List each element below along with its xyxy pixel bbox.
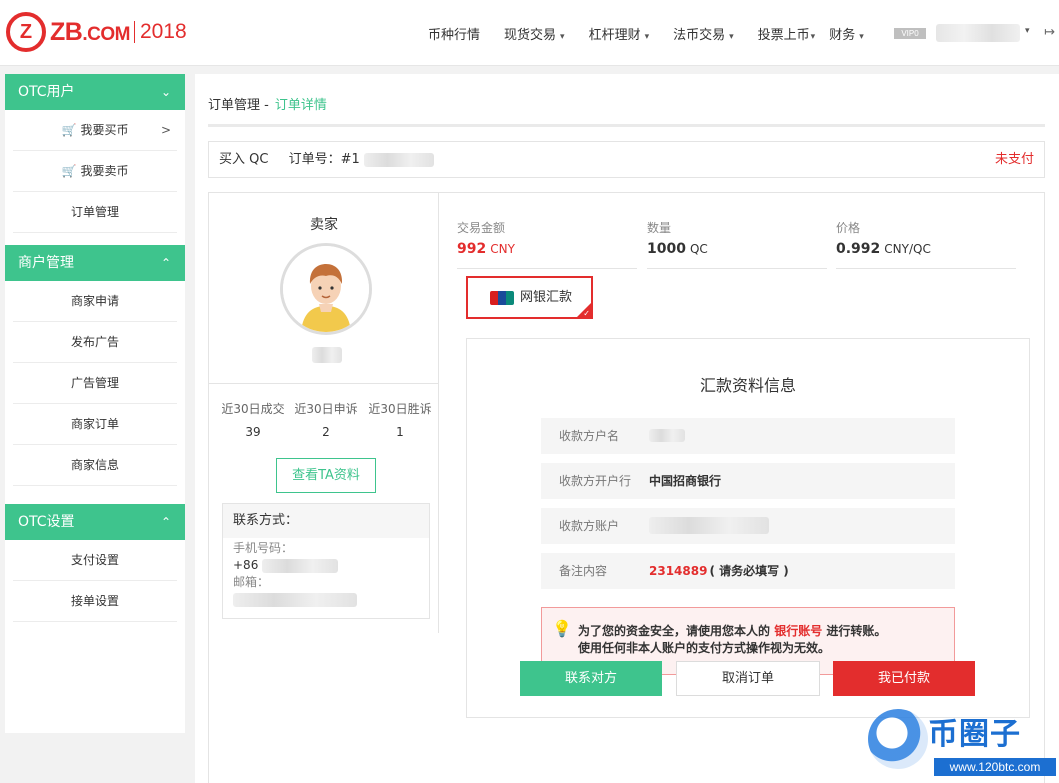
payee-name-row: 收款方户名 <box>541 418 955 454</box>
nav-leverage[interactable]: 杠杆理财 ▾ <box>589 24 650 43</box>
site-logo[interactable]: Z ZB.COM 2018 <box>6 12 187 52</box>
chevron-down-icon: ⌄ <box>160 85 171 99</box>
sidebar-item-buy[interactable]: 🛒 我要买币 > <box>13 110 177 151</box>
order-number-redacted <box>363 152 434 167</box>
watermark-url: www.120btc.com <box>934 758 1056 776</box>
sidebar-item-payment-settings[interactable]: 支付设置 <box>13 540 177 581</box>
sidebar-item-manage-ads[interactable]: 广告管理 <box>13 363 177 404</box>
avatar <box>280 243 372 335</box>
caret-down-icon: ▾ <box>560 32 565 42</box>
order-type: 买入 QC <box>219 152 269 167</box>
watermark-text: 币圈子 <box>928 717 1021 752</box>
contact-info-box: 联系方式： 手机号码： +86 邮箱： <box>222 503 430 619</box>
caret-down-icon[interactable]: ▾ <box>1025 26 1030 36</box>
seller-card: 卖家 近30日成交 39 近30日申诉 2 近30日胜诉 1 查看TA资料 联系… <box>209 193 439 633</box>
sidebar-group-otc-settings[interactable]: OTC设置 ⌃ <box>5 504 185 540</box>
sidebar-item-order-settings[interactable]: 接单设置 <box>13 581 177 622</box>
caret-down-icon: ▾ <box>729 32 734 42</box>
stat-trades-30d: 近30日成交 39 <box>221 402 285 439</box>
order-status: 未支付 <box>994 152 1034 167</box>
logo-text: ZB <box>50 17 83 46</box>
contact-title: 联系方式： <box>223 504 429 538</box>
stat-appeals-won-30d: 近30日胜诉 1 <box>368 402 432 439</box>
email-label: 邮箱： <box>233 575 270 589</box>
sidebar: OTC用户 ⌄ 🛒 我要买币 > 🛒 我要卖币 订单管理 商户管理 ⌃ 商家申请 发… <box>5 74 185 733</box>
breadcrumb: 订单管理 - 订单详情 <box>208 94 327 113</box>
remittance-title: 汇款资料信息 <box>699 376 796 395</box>
trade-amount: 交易金额 992 CNY <box>457 219 637 269</box>
breadcrumb-current: 订单详情 <box>274 98 327 113</box>
nav-market[interactable]: 币种行情 <box>428 24 480 43</box>
payee-account-row: 收款方账户 <box>541 508 955 544</box>
order-info-bar: 买入 QC 订单号：#1 未支付 <box>208 141 1045 178</box>
breadcrumb-parent[interactable]: 订单管理 - <box>208 98 269 113</box>
divider <box>209 383 439 384</box>
order-number-label: 订单号：# <box>288 152 352 167</box>
sidebar-item-merchant-orders[interactable]: 商家订单 <box>13 404 177 445</box>
seller-name-redacted <box>312 347 342 363</box>
payee-account-redacted <box>649 517 769 534</box>
stat-appeals-30d: 近30日申诉 2 <box>294 402 358 439</box>
seller-title: 卖家 <box>310 217 338 233</box>
caret-down-icon: ▾ <box>859 32 864 42</box>
watermark-logo-icon <box>868 709 928 769</box>
sidebar-group-merchant[interactable]: 商户管理 ⌃ <box>5 245 185 281</box>
remark-note: ( 请务必填写 ) <box>709 564 789 578</box>
caret-down-icon: ▾ <box>644 32 650 42</box>
chevron-up-icon: ⌃ <box>160 515 171 529</box>
lightbulb-icon: 💡 <box>552 619 572 638</box>
payee-bank: 中国招商银行 <box>649 474 722 488</box>
caret-down-icon: ▾ <box>810 32 816 42</box>
sidebar-item-sell[interactable]: 🛒 我要卖币 <box>13 151 177 192</box>
view-profile-button[interactable]: 查看TA资料 <box>276 458 376 493</box>
chevron-up-icon: ⌃ <box>160 256 171 270</box>
chevron-right-icon: > <box>160 123 171 137</box>
nav-spot-trading[interactable]: 现货交易 ▾ <box>504 24 565 43</box>
cart-icon: 🛒 <box>61 164 77 178</box>
trade-quantity: 数量 1000 QC <box>647 219 827 269</box>
order-number: 1 <box>351 152 360 167</box>
phone-label: 手机号码： <box>233 541 294 555</box>
logo-year: 2018 <box>133 21 187 43</box>
unionpay-logo-icon <box>490 290 514 305</box>
sidebar-item-post-ad[interactable]: 发布广告 <box>13 322 177 363</box>
phone-redacted <box>262 558 339 573</box>
logo-suffix: .COM <box>82 23 130 45</box>
top-header: Z ZB.COM 2018 币种行情 现货交易 ▾ 杠杆理财 ▾ 法币交易 ▾ 投票上… <box>0 0 1059 66</box>
sidebar-item-merchant-info[interactable]: 商家信息 <box>13 445 177 486</box>
nav-vote-listing[interactable]: 投票上币▾ <box>758 24 816 43</box>
nav-finance[interactable]: 财务 ▾ <box>829 24 864 43</box>
email-redacted <box>233 592 357 607</box>
trade-price: 价格 0.992 CNY/QC <box>836 219 1016 269</box>
payment-method-bank-transfer[interactable]: 网银汇款 ✓ <box>466 276 593 319</box>
payee-bank-row: 收款方开户行 中国招商银行 <box>541 463 955 499</box>
watermark: 币圈子 www.120btc.com <box>862 707 1059 783</box>
cancel-order-button[interactable]: 取消订单 <box>676 661 820 696</box>
contact-counterparty-button[interactable]: 联系对方 <box>520 661 662 696</box>
avatar-person-icon <box>283 246 369 332</box>
vip-badge: VIP0 <box>894 28 926 39</box>
logout-icon[interactable]: ↦ <box>1044 25 1055 40</box>
remark-code: 2314889 <box>649 564 708 578</box>
user-account-menu[interactable] <box>936 24 1020 42</box>
main-nav: 币种行情 现货交易 ▾ 杠杆理财 ▾ 法币交易 ▾ 投票上币▾ 财务 ▾ <box>428 24 888 43</box>
remark-row: 备注内容 2314889( 请务必填写 ) <box>541 553 955 589</box>
sidebar-item-merchant-apply[interactable]: 商家申请 <box>13 281 177 322</box>
cart-icon: 🛒 <box>61 123 77 137</box>
phone-prefix: +86 <box>233 558 259 572</box>
nav-fiat-trading[interactable]: 法币交易 ▾ <box>673 24 734 43</box>
confirm-paid-button[interactable]: 我已付款 <box>833 661 975 696</box>
sidebar-group-otc-user[interactable]: OTC用户 ⌄ <box>5 74 185 110</box>
logo-mark-icon: Z <box>6 12 46 52</box>
payee-name-redacted <box>649 429 685 442</box>
check-icon: ✓ <box>583 309 590 318</box>
divider <box>208 124 1045 127</box>
sidebar-item-orders[interactable]: 订单管理 <box>13 192 177 233</box>
